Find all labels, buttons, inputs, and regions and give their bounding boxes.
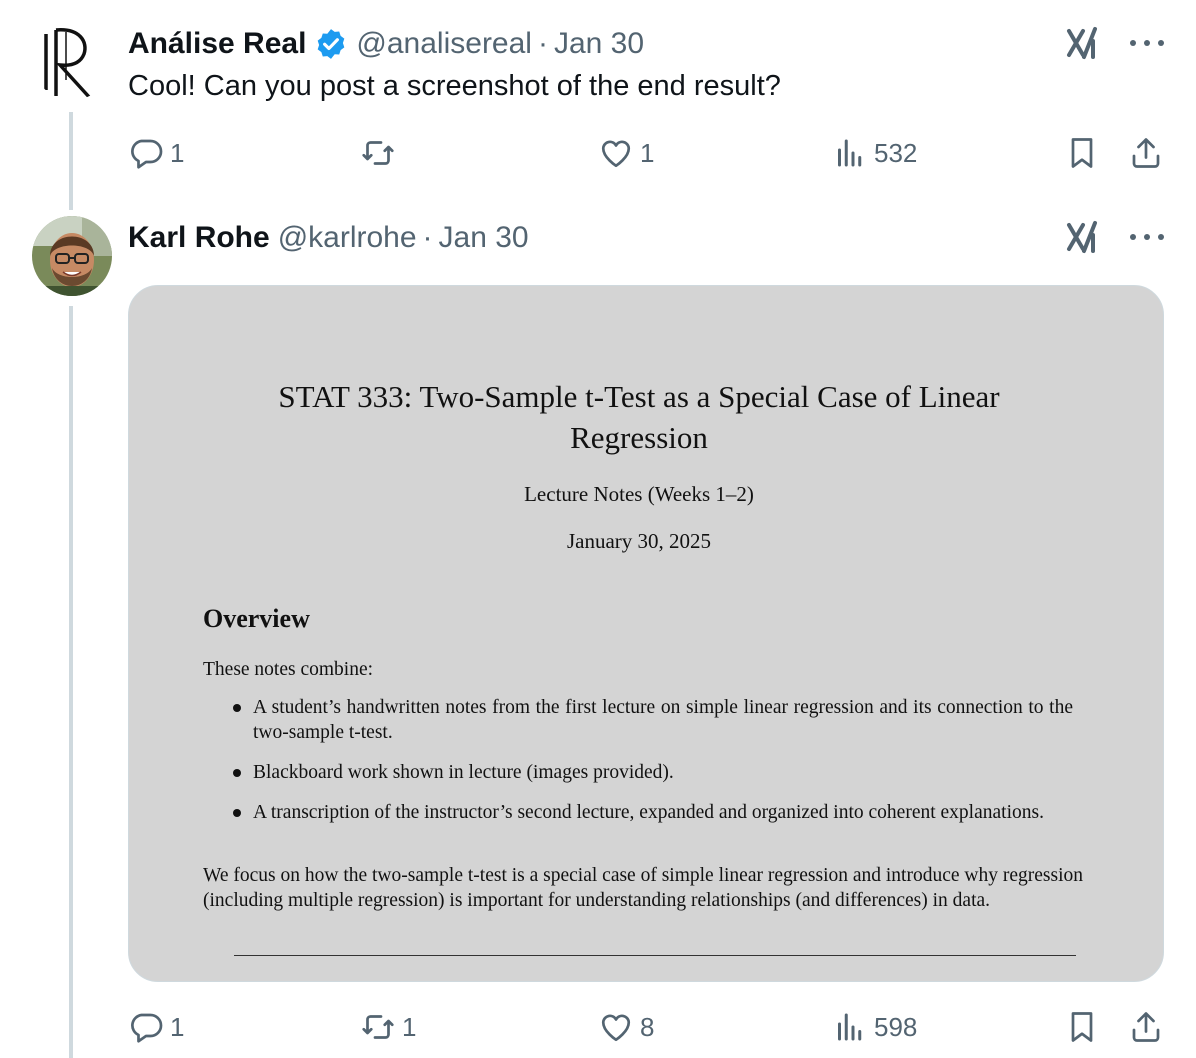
thread-connector-line [69,306,73,1058]
repost-button[interactable]: 1 [360,1005,416,1049]
like-count: 8 [640,1011,655,1042]
more-icon[interactable] [1130,38,1164,48]
repost-count: 1 [402,1011,417,1042]
like-button[interactable]: 8 [598,1005,654,1049]
more-icon[interactable] [1130,232,1164,242]
views-button[interactable]: 532 [832,131,917,175]
handle[interactable]: @karlrohe [278,221,417,255]
tweet-action-bar: 1 1 532 [128,131,1168,175]
intro-paragraph: These notes combine: [203,659,374,680]
repost-button[interactable] [360,131,402,175]
reply-icon [131,139,163,169]
bullet-item: Blackboard work shown in lecture (images… [233,760,1073,785]
share-icon [1132,1012,1160,1042]
bookmark-button[interactable] [1064,131,1100,175]
bullet-list: A student’s handwritten notes from the f… [233,695,1073,840]
tweet-header: Análise Real @analisereal · Jan 30 [128,24,644,64]
reply-icon [131,1013,163,1043]
logo-ir-monogram-icon [44,28,92,100]
repost-icon [362,141,394,165]
separator-dot: · [422,221,433,254]
bookmark-icon [1071,1012,1093,1042]
avatar[interactable] [32,216,112,296]
tweet-header: Karl Rohe @karlrohe · Jan 30 [128,218,529,258]
heart-icon [601,1014,631,1042]
document-subtitle: Lecture Notes (Weeks 1–2) [524,482,754,506]
tweet-text: Cool! Can you post a screenshot of the e… [128,70,781,102]
separator-dot: · [537,27,548,60]
bullet-item: A student’s handwritten notes from the f… [233,695,1073,745]
avatar[interactable] [32,20,112,100]
share-icon [1132,138,1160,168]
heart-icon [601,140,631,168]
timestamp[interactable]: Jan 30 [554,27,644,61]
horizontal-rule [234,955,1076,956]
section-heading: Overview [203,604,310,633]
bookmark-icon [1071,138,1093,168]
view-count: 532 [874,137,918,168]
repost-icon [362,1015,394,1039]
media-image-document[interactable]: STAT 333: Two-Sample t-Test as a Special… [128,285,1164,982]
share-button[interactable] [1128,1005,1164,1049]
tweet-action-bar: 1 1 8 598 [128,1005,1168,1049]
verified-badge-icon[interactable] [314,27,348,61]
reply-count: 1 [170,137,185,168]
profile-photo-icon [32,216,112,296]
grok-icon[interactable] [1064,25,1100,61]
bookmark-button[interactable] [1064,1005,1100,1049]
bullet-item: A transcription of the instructor’s seco… [233,800,1073,825]
tweet-top-actions [1064,25,1164,61]
display-name[interactable]: Karl Rohe [128,221,270,255]
display-name[interactable]: Análise Real [128,27,306,61]
document-title: STAT 333: Two-Sample t-Test as a Special… [278,379,1000,455]
views-icon [838,139,862,167]
timestamp[interactable]: Jan 30 [439,221,529,255]
tweet-top-actions [1064,219,1164,255]
views-icon [838,1013,862,1041]
share-button[interactable] [1128,131,1164,175]
document-date: January 30, 2025 [566,529,712,553]
reply-button[interactable]: 1 [128,1005,184,1049]
grok-icon[interactable] [1064,219,1100,255]
handle[interactable]: @analisereal [356,27,532,61]
reply-count: 1 [170,1011,185,1042]
like-count: 1 [640,137,655,168]
outro-paragraph: We focus on how the two-sample t-test is… [203,865,1084,911]
views-button[interactable]: 598 [832,1005,917,1049]
view-count: 598 [874,1011,918,1042]
thread-connector-line [69,112,73,210]
reply-button[interactable]: 1 [128,131,184,175]
like-button[interactable]: 1 [598,131,654,175]
